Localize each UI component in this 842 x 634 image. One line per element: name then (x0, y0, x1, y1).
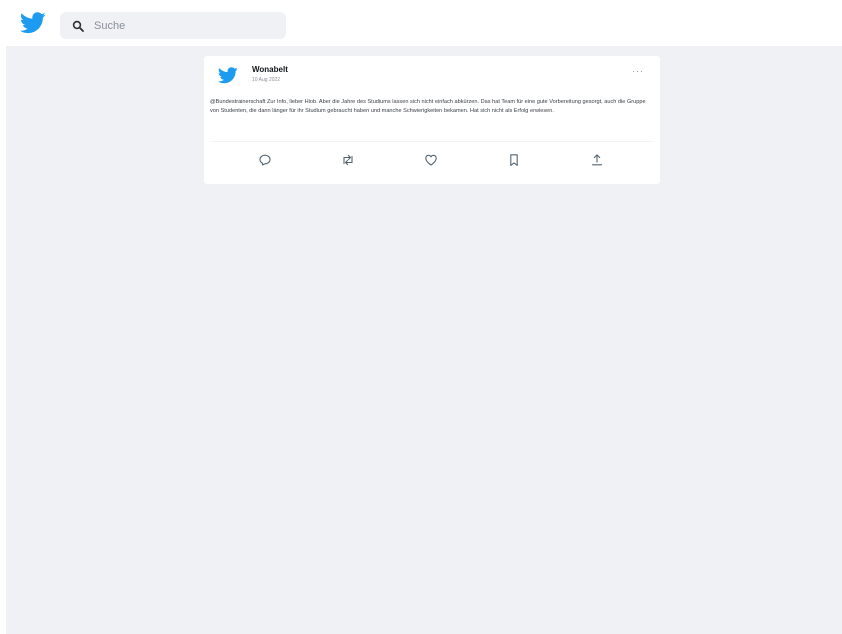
search-icon (72, 20, 84, 32)
search-box[interactable] (60, 12, 286, 39)
tweet-text: @Bundestrainerschaft Zur Info, lieber Hi… (210, 99, 646, 114)
divider (210, 141, 654, 142)
tweet-date[interactable]: 10 Aug 2022 (252, 77, 280, 83)
tweet-author[interactable]: Wonabelt (252, 65, 288, 74)
reply-button[interactable] (254, 149, 276, 171)
like-button[interactable] (420, 149, 442, 171)
retweet-icon (343, 154, 353, 166)
timeline-area: Wonabelt 10 Aug 2022 ··· @Bundestrainers… (6, 46, 842, 634)
top-bar (0, 0, 842, 46)
tweet-card[interactable]: Wonabelt 10 Aug 2022 ··· @Bundestrainers… (204, 56, 660, 184)
more-options-icon[interactable]: ··· (632, 67, 644, 76)
retweet-button[interactable] (337, 149, 359, 171)
bookmark-button[interactable] (503, 149, 525, 171)
tweet-actions (204, 149, 660, 173)
share-icon (591, 154, 603, 166)
twitter-bird-icon[interactable] (218, 67, 238, 84)
heart-icon (425, 154, 437, 166)
twitter-bird-icon[interactable] (20, 12, 46, 34)
reply-icon (259, 154, 271, 166)
search-input[interactable] (92, 14, 276, 37)
bookmark-icon (510, 154, 518, 166)
share-button[interactable] (586, 149, 608, 171)
